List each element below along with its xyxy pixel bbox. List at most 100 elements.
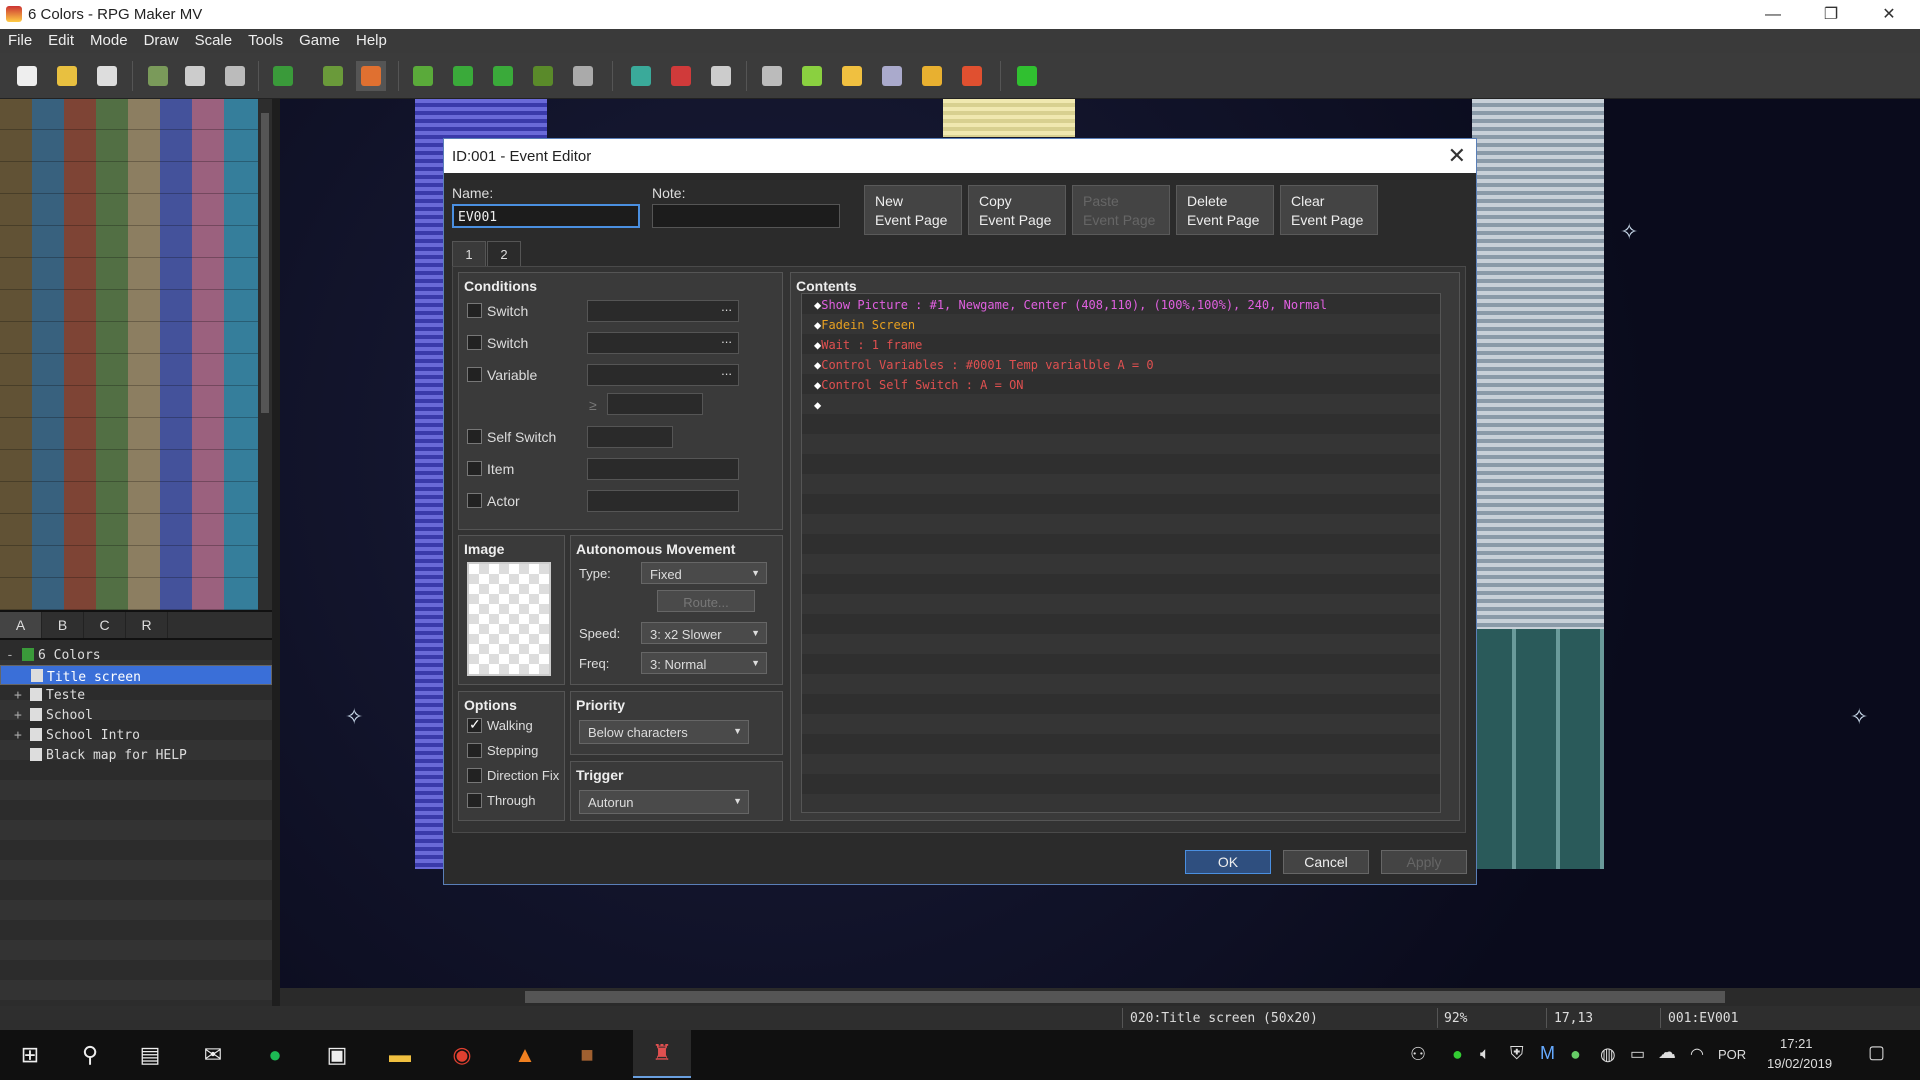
map-tree-item[interactable]: + School Intro <box>0 725 272 745</box>
walking-checkbox[interactable] <box>467 716 482 733</box>
fill-icon[interactable] <box>528 61 558 91</box>
stepping-checkbox[interactable] <box>467 743 482 758</box>
clock-time[interactable]: 17:21 <box>1780 1036 1813 1051</box>
event-searcher-icon[interactable] <box>877 61 907 91</box>
command-row[interactable]: ◆Control Self Switch : A = ON <box>814 378 1024 392</box>
map-tree-item[interactable]: -6 Colors <box>0 645 272 665</box>
store-icon[interactable]: ▣ <box>322 1040 352 1070</box>
event-mode-icon[interactable] <box>356 61 386 91</box>
menu-draw[interactable]: Draw <box>136 29 187 53</box>
actor-checkbox[interactable] <box>467 493 482 508</box>
m-app-icon[interactable]: M <box>1540 1043 1555 1064</box>
paste-icon[interactable] <box>220 61 250 91</box>
switch2-checkbox[interactable] <box>467 335 482 350</box>
copy-icon[interactable] <box>180 61 210 91</box>
clear-event-page-button[interactable]: Clear Event Page <box>1280 185 1378 235</box>
wifi-icon[interactable]: ◠ <box>1690 1044 1704 1064</box>
open-project-icon[interactable] <box>52 61 82 91</box>
tile-palette[interactable] <box>0 99 258 610</box>
event-command-list[interactable]: ◆Show Picture : #1, Newgame, Center (408… <box>801 293 1441 813</box>
shield-icon[interactable]: ⛨ <box>1510 1043 1524 1064</box>
page-tab-2[interactable]: 2 <box>487 241 521 266</box>
sound-test-icon[interactable] <box>837 61 867 91</box>
self-switch-checkbox[interactable] <box>467 429 482 444</box>
map-tree-item[interactable]: Black map for HELP <box>0 745 272 765</box>
menu-tools[interactable]: Tools <box>240 29 291 53</box>
vlc-icon[interactable]: ▲ <box>510 1040 540 1070</box>
zoom-in-icon[interactable] <box>626 61 656 91</box>
command-row-empty[interactable]: ◆ <box>814 398 821 412</box>
item-select[interactable] <box>587 458 739 480</box>
movement-speed-select[interactable]: 3: x2 Slower ▼ <box>641 622 767 644</box>
menu-edit[interactable]: Edit <box>40 29 82 53</box>
playtest-icon[interactable] <box>1012 61 1042 91</box>
event-note-input[interactable] <box>652 204 840 228</box>
movement-freq-select[interactable]: 3: Normal ▼ <box>641 652 767 674</box>
apply-button[interactable]: Apply <box>1381 850 1467 874</box>
command-row[interactable]: ◆Fadein Screen <box>814 318 915 332</box>
cancel-button[interactable]: Cancel <box>1283 850 1369 874</box>
mail-icon[interactable]: ✉ <box>198 1040 228 1070</box>
language-indicator[interactable]: POR <box>1718 1047 1746 1062</box>
dialog-close-button[interactable]: ✕ <box>1448 143 1466 169</box>
command-row[interactable]: ◆Show Picture : #1, Newgame, Center (408… <box>814 298 1327 312</box>
character-generator-icon[interactable] <box>957 61 987 91</box>
battery-icon[interactable]: ▭ <box>1630 1044 1645 1064</box>
palette-tab-c[interactable]: C <box>84 612 126 638</box>
cut-icon[interactable] <box>143 61 173 91</box>
palette-tab-b[interactable]: B <box>42 612 84 638</box>
priority-select[interactable]: Below characters ▼ <box>579 720 749 744</box>
palette-tab-r[interactable]: R <box>126 612 168 638</box>
actual-size-icon[interactable] <box>706 61 736 91</box>
event-image-preview[interactable] <box>467 562 551 676</box>
pencil-icon[interactable] <box>408 61 438 91</box>
rectangle-icon[interactable] <box>448 61 478 91</box>
item-checkbox[interactable] <box>467 461 482 476</box>
menu-file[interactable]: File <box>0 29 40 53</box>
actor-select[interactable] <box>587 490 739 512</box>
save-project-icon[interactable] <box>92 61 122 91</box>
variable-value-spinner[interactable] <box>607 393 703 415</box>
map-horizontal-scrollbar[interactable] <box>280 988 1920 1006</box>
resource-manager-icon[interactable] <box>917 61 947 91</box>
new-event-page-button[interactable]: New Event Page <box>864 185 962 235</box>
menu-help[interactable]: Help <box>348 29 395 53</box>
event-name-input[interactable]: EV001 <box>452 204 640 228</box>
close-window-button[interactable]: ✕ <box>1860 0 1918 29</box>
menu-mode[interactable]: Mode <box>82 29 136 53</box>
spotify-icon[interactable]: ● <box>260 1040 290 1070</box>
onedrive-icon[interactable]: ☁ <box>1658 1042 1676 1063</box>
restore-button[interactable]: ❐ <box>1802 0 1860 29</box>
movement-type-select[interactable]: Fixed ▼ <box>641 562 767 584</box>
trigger-select[interactable]: Autorun ▼ <box>579 790 749 814</box>
copy-event-page-button[interactable]: Copy Event Page <box>968 185 1066 235</box>
variable-field[interactable]: ... <box>587 363 739 386</box>
menu-scale[interactable]: Scale <box>187 29 241 53</box>
people-icon[interactable]: ⚇ <box>1410 1044 1426 1065</box>
tray-app-icon[interactable]: ● <box>1452 1044 1463 1065</box>
clock-date[interactable]: 19/02/2019 <box>1767 1056 1832 1071</box>
search-icon[interactable]: ⚲ <box>75 1040 105 1070</box>
variable-checkbox[interactable] <box>467 367 482 382</box>
map-tree-item[interactable]: + Teste <box>0 685 272 705</box>
menu-game[interactable]: Game <box>291 29 348 53</box>
self-switch-select[interactable] <box>587 426 673 448</box>
plugin-manager-icon[interactable] <box>797 61 827 91</box>
route-button[interactable]: Route... <box>657 590 755 612</box>
paste-event-page-button[interactable]: Paste Event Page <box>1072 185 1170 235</box>
chrome-icon[interactable]: ◉ <box>447 1040 477 1070</box>
command-row[interactable]: ◆Wait : 1 frame <box>814 338 922 352</box>
map-tree-item[interactable]: + School <box>0 705 272 725</box>
map-mode-icon[interactable] <box>318 61 348 91</box>
new-project-icon[interactable] <box>12 61 42 91</box>
map-tree-item[interactable]: Title screen <box>0 665 272 685</box>
rpg-maker-taskbar-icon[interactable]: ♜ <box>633 1030 691 1078</box>
ok-button[interactable]: OK <box>1185 850 1271 874</box>
palette-tab-a[interactable]: A <box>0 612 42 638</box>
splitter[interactable] <box>272 99 280 1006</box>
database-icon[interactable] <box>757 61 787 91</box>
command-row[interactable]: ◆Control Variables : #0001 Temp varialbl… <box>814 358 1154 372</box>
switch1-field[interactable]: ... <box>587 299 739 322</box>
palette-scrollbar[interactable] <box>258 99 272 610</box>
app-icon[interactable]: ■ <box>572 1040 602 1070</box>
